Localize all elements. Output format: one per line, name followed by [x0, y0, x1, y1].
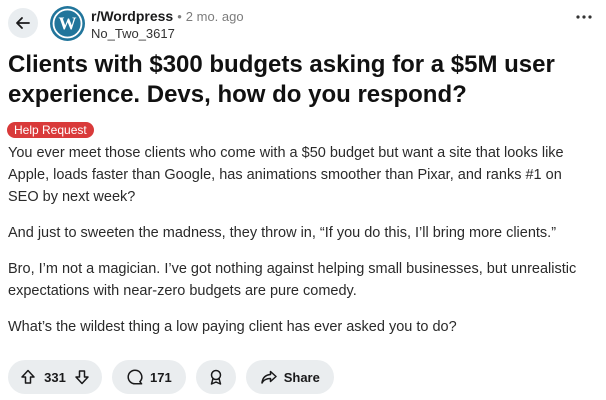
- share-icon: [260, 368, 278, 386]
- more-icon: [576, 15, 592, 19]
- post-header: W r/Wordpress • 2 mo. ago No_Two_3617: [6, 6, 600, 42]
- vote-control: 331: [8, 360, 102, 394]
- body-paragraph: You ever meet those clients who come wit…: [8, 145, 564, 205]
- wordpress-icon: W: [52, 8, 83, 39]
- meta-separator: •: [177, 9, 182, 24]
- back-button[interactable]: [8, 8, 38, 38]
- more-options-button[interactable]: [576, 14, 592, 20]
- award-icon: [207, 368, 225, 386]
- avatar-letter: W: [59, 14, 77, 34]
- downvote-icon: [75, 370, 89, 385]
- post-flair[interactable]: Help Request: [7, 122, 94, 138]
- body-paragraph: Bro, I’m not a magician. I’ve got nothin…: [8, 261, 577, 299]
- author-username[interactable]: No_Two_3617: [91, 25, 244, 42]
- upvote-icon: [21, 369, 35, 384]
- subreddit-name[interactable]: r/Wordpress: [91, 8, 173, 24]
- post-meta: r/Wordpress • 2 mo. ago No_Two_3617: [91, 8, 244, 42]
- comment-icon: [126, 368, 144, 386]
- award-button[interactable]: [195, 360, 236, 394]
- post-body: You ever meet those clients who come wit…: [8, 142, 596, 352]
- vote-count: 331: [44, 369, 66, 385]
- comments-button[interactable]: 171: [112, 360, 186, 394]
- share-button[interactable]: Share: [245, 360, 334, 394]
- arrow-left-icon: [15, 15, 31, 31]
- subreddit-avatar[interactable]: W: [50, 6, 85, 41]
- share-label: Share: [283, 369, 320, 385]
- downvote-button[interactable]: [74, 369, 90, 385]
- comment-count: 171: [150, 369, 172, 385]
- post-actions: 331 171 Share: [8, 360, 334, 396]
- upvote-button[interactable]: [20, 369, 36, 385]
- post-title: Clients with $300 budgets asking for a $…: [8, 51, 555, 108]
- post-time: 2 mo. ago: [185, 9, 244, 24]
- body-paragraph: And just to sweeten the madness, they th…: [8, 225, 557, 241]
- body-paragraph: What’s the wildest thing a low paying cl…: [8, 319, 457, 335]
